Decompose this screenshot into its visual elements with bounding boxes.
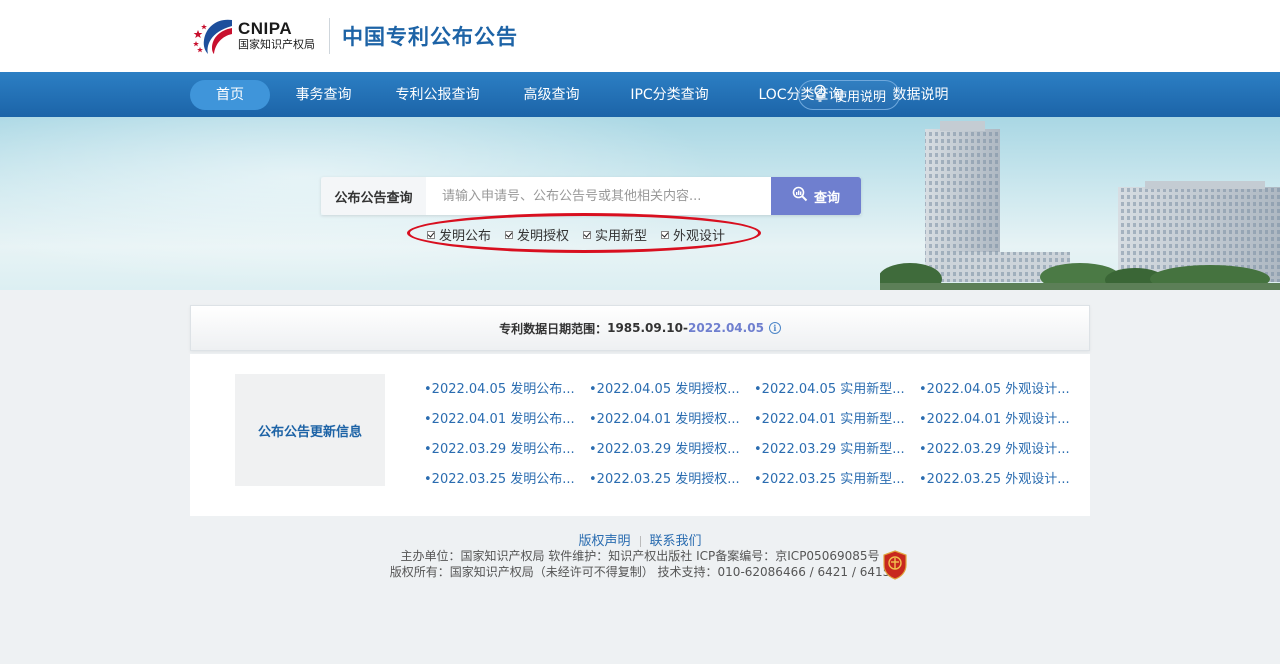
- update-link[interactable]: •2022.04.05 实用新型...: [754, 378, 919, 397]
- checkbox-invention-grant[interactable]: 发明授权: [505, 225, 569, 244]
- update-link[interactable]: •2022.03.25 实用新型...: [754, 468, 919, 487]
- search-button-label: 查询: [813, 190, 840, 206]
- logo-chinese: 国家知识产权局: [238, 38, 315, 51]
- update-link[interactable]: •2022.04.05 外观设计...: [919, 378, 1084, 397]
- search-button[interactable]: 查询: [771, 177, 861, 215]
- search-chart-icon: [792, 186, 808, 206]
- update-link[interactable]: •2022.04.01 发明公布...: [424, 408, 589, 427]
- logo-divider: [329, 18, 330, 54]
- header: CNIPA 国家知识产权局 中国专利公布公告: [0, 0, 1280, 72]
- cnipa-logo[interactable]: CNIPA 国家知识产权局 中国专利公布公告: [192, 14, 518, 58]
- help-button[interactable]: 使用说明: [798, 80, 900, 110]
- footer-sponsor-line: 主办单位：国家知识产权局 软件维护：知识产权出版社 ICP备案编号：京ICP05…: [400, 549, 880, 563]
- checkbox-checked-icon: [661, 230, 670, 239]
- update-link[interactable]: •2022.03.29 外观设计...: [919, 438, 1084, 457]
- nav-item-affairs-query[interactable]: 事务查询: [270, 80, 377, 110]
- search-banner: 公布公告查询 查询 发明公布 发明授权 实: [0, 117, 1280, 290]
- patent-type-checkboxes: 发明公布 发明授权 实用新型 外观设计: [427, 225, 739, 244]
- checkbox-label: 发明公布: [439, 229, 492, 244]
- logo-text: CNIPA 国家知识产权局: [238, 20, 315, 52]
- update-info-panel: 公布公告更新信息 •2022.04.05 发明公布... •2022.04.05…: [190, 354, 1090, 516]
- update-link[interactable]: •2022.04.01 发明授权...: [589, 408, 754, 427]
- update-link[interactable]: •2022.04.01 外观设计...: [919, 408, 1084, 427]
- nav-item-advanced-query[interactable]: 高级查询: [498, 80, 605, 110]
- nav-item-ipc-query[interactable]: IPC分类查询: [605, 80, 734, 110]
- search-label: 公布公告查询: [321, 177, 426, 215]
- checkbox-invention-publication[interactable]: 发明公布: [427, 225, 491, 244]
- checkbox-checked-icon: [505, 230, 514, 239]
- government-site-badge-icon[interactable]: [882, 550, 908, 580]
- footer-copyright-line: 版权所有：国家知识产权局（未经许可不得复制） 技术支持：010-62086466…: [389, 565, 891, 579]
- checkbox-label: 外观设计: [673, 229, 726, 244]
- range-end: 2022.04.05: [688, 321, 764, 335]
- footer-link-contact[interactable]: 联系我们: [650, 534, 702, 549]
- update-links-grid: •2022.04.05 发明公布... •2022.04.05 发明授权... …: [424, 372, 1084, 492]
- search-box: 公布公告查询 查询: [321, 177, 861, 215]
- checkbox-utility-model[interactable]: 实用新型: [583, 225, 647, 244]
- logo-english: CNIPA: [238, 19, 293, 38]
- update-row: •2022.03.25 发明公布... •2022.03.25 发明授权... …: [424, 462, 1084, 492]
- update-link[interactable]: •2022.03.25 发明公布...: [424, 468, 589, 487]
- search-input[interactable]: [426, 177, 771, 215]
- data-range-panel: 专利数据日期范围： 1985.09.10 - 2022.04.05 i: [190, 305, 1090, 351]
- update-link[interactable]: •2022.03.29 发明公布...: [424, 438, 589, 457]
- office-buildings-illustration: [880, 121, 1280, 290]
- main-nav: 首页 事务查询 专利公报查询 高级查询 IPC分类查询 LOC分类查询 数据说明…: [0, 72, 1280, 117]
- lightbulb-icon: [812, 84, 828, 106]
- checkbox-label: 实用新型: [595, 229, 648, 244]
- update-link[interactable]: •2022.03.25 外观设计...: [919, 468, 1084, 487]
- update-row: •2022.04.05 发明公布... •2022.04.05 发明授权... …: [424, 372, 1084, 402]
- info-icon[interactable]: i: [768, 322, 781, 334]
- update-info-title: 公布公告更新信息: [235, 374, 385, 486]
- update-link[interactable]: •2022.03.25 发明授权...: [589, 468, 754, 487]
- checkbox-checked-icon: [583, 230, 592, 239]
- site-title: 中国专利公布公告: [342, 25, 518, 49]
- update-row: •2022.04.01 发明公布... •2022.04.01 发明授权... …: [424, 402, 1084, 432]
- footer-link-divider: [639, 536, 641, 547]
- update-link[interactable]: •2022.04.05 发明公布...: [424, 378, 589, 397]
- update-row: •2022.03.29 发明公布... •2022.03.29 发明授权... …: [424, 432, 1084, 462]
- checkbox-design[interactable]: 外观设计: [661, 225, 725, 244]
- update-link[interactable]: •2022.03.29 发明授权...: [589, 438, 754, 457]
- checkbox-checked-icon: [427, 230, 435, 239]
- nav-item-home[interactable]: 首页: [190, 79, 270, 110]
- update-link[interactable]: •2022.03.29 实用新型...: [754, 438, 919, 457]
- footer-links: 版权声明 联系我们: [0, 530, 1280, 549]
- footer-link-copyright[interactable]: 版权声明: [578, 534, 630, 549]
- help-label: 使用说明: [833, 89, 886, 105]
- update-link[interactable]: •2022.04.05 发明授权...: [589, 378, 754, 397]
- cnipa-emblem-icon: [192, 16, 236, 56]
- update-link[interactable]: •2022.04.01 实用新型...: [754, 408, 919, 427]
- nav-item-gazette-query[interactable]: 专利公报查询: [377, 80, 498, 110]
- range-start: 1985.09.10: [607, 321, 684, 335]
- range-label: 专利数据日期范围：: [499, 321, 608, 336]
- checkbox-label: 发明授权: [517, 229, 570, 244]
